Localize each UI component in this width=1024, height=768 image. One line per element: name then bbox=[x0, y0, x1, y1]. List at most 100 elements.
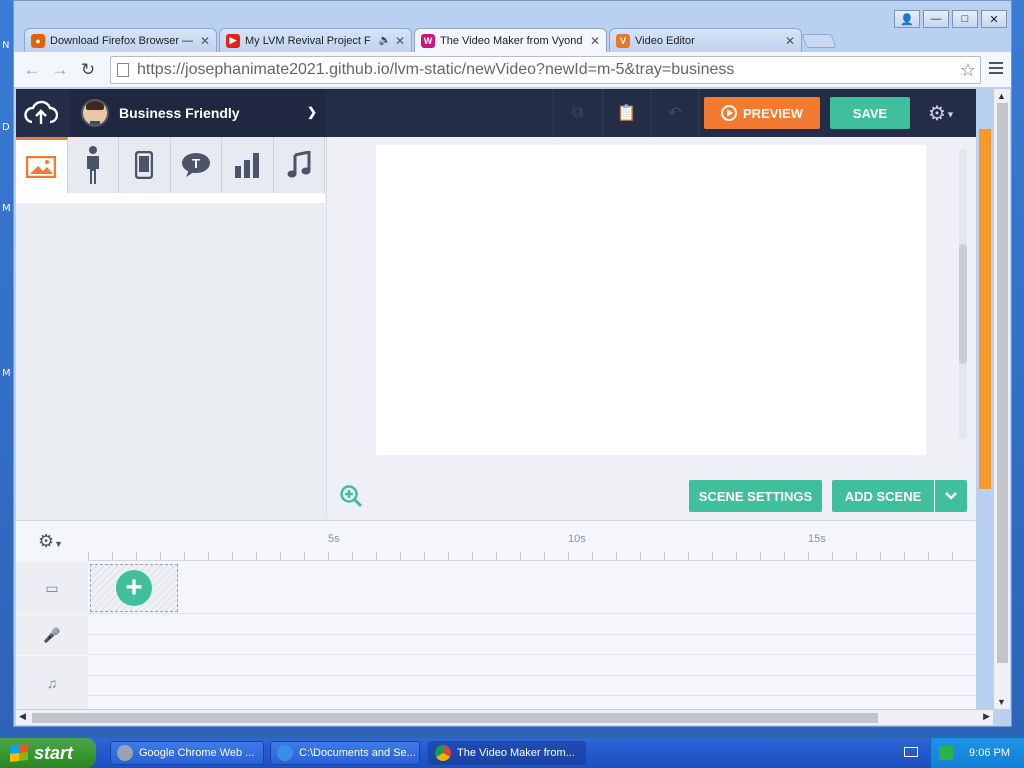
voice-track[interactable] bbox=[88, 615, 976, 635]
paste-icon[interactable]: 📋 bbox=[602, 89, 650, 137]
app-topbar: Business Friendly ❯ ⧉ 📋 ↶ PREVIEW SAVE ⚙… bbox=[16, 89, 976, 137]
close-icon[interactable]: ✕ bbox=[200, 34, 210, 48]
close-icon[interactable]: ✕ bbox=[395, 34, 405, 48]
user-icon[interactable]: 👤 bbox=[894, 10, 920, 28]
page-icon bbox=[117, 63, 129, 77]
desktop-icon-label: M bbox=[2, 368, 11, 379]
save-button[interactable]: SAVE bbox=[830, 97, 910, 129]
ruler-label: 15s bbox=[808, 533, 826, 545]
upload-icon[interactable] bbox=[24, 98, 58, 128]
stage-scrollbar[interactable] bbox=[959, 149, 967, 439]
scroll-right-icon[interactable]: ▶ bbox=[983, 711, 990, 722]
scrollbar-thumb[interactable] bbox=[32, 713, 878, 723]
copy-icon[interactable]: ⧉ bbox=[553, 89, 601, 137]
ruler-label: 5s bbox=[328, 533, 340, 545]
bookmark-star-icon[interactable]: ☆ bbox=[960, 60, 976, 81]
close-icon[interactable]: ✕ bbox=[785, 34, 795, 48]
video-maker-app: Business Friendly ❯ ⧉ 📋 ↶ PREVIEW SAVE ⚙… bbox=[16, 89, 976, 710]
desktop-icon-label: M bbox=[2, 203, 11, 214]
taskbar-item[interactable]: Google Chrome Web ... bbox=[110, 741, 264, 765]
tab-title: Video Editor bbox=[635, 34, 695, 47]
maximize-button[interactable]: □ bbox=[952, 10, 978, 28]
speaker-icon[interactable]: 🔈 bbox=[378, 35, 390, 46]
scene-track[interactable] bbox=[88, 562, 976, 614]
taskbar-item[interactable]: C:\Documents and Se... bbox=[270, 741, 420, 765]
music-track[interactable] bbox=[88, 676, 976, 696]
zoom-in-icon[interactable] bbox=[339, 484, 363, 508]
new-tab-button[interactable] bbox=[801, 34, 837, 48]
character-icon bbox=[86, 146, 99, 184]
keyboard-icon[interactable] bbox=[904, 747, 918, 757]
timeline-ruler[interactable]: 5s 10s 15s bbox=[88, 521, 976, 561]
music-icon: ♫ bbox=[16, 656, 88, 710]
close-icon[interactable]: ✕ bbox=[590, 34, 600, 48]
add-scene-button[interactable]: ADD SCENE bbox=[832, 480, 934, 512]
tab-props[interactable] bbox=[119, 137, 171, 193]
page-scroll-indicator bbox=[979, 129, 991, 489]
network-icon[interactable] bbox=[939, 746, 953, 760]
preview-label: PREVIEW bbox=[743, 105, 803, 121]
tab-backgrounds[interactable] bbox=[16, 137, 68, 193]
image-icon bbox=[26, 155, 57, 178]
asset-tabs: T bbox=[16, 137, 325, 193]
back-button[interactable]: ← bbox=[22, 60, 42, 80]
scroll-down-icon[interactable]: ▼ bbox=[997, 697, 1006, 707]
timeline: ⚙▼ 5s 10s 15s ▭ + 🎤 ♫ bbox=[16, 520, 976, 710]
system-tray: 9:06 PM bbox=[930, 738, 1024, 768]
start-button[interactable]: start bbox=[0, 738, 96, 768]
browser-tab-active[interactable]: W The Video Maker from Vyond ✕ bbox=[414, 28, 607, 52]
tab-text[interactable]: T bbox=[171, 137, 222, 193]
window-controls: 👤 — □ ✕ bbox=[894, 10, 1007, 28]
scroll-up-icon[interactable]: ▲ bbox=[997, 91, 1006, 101]
chevron-down-icon bbox=[945, 492, 957, 500]
gear-icon[interactable]: ⚙▼ bbox=[928, 101, 955, 126]
browser-toolbar: ← → ↻ https://josephanimate2021.github.i… bbox=[14, 52, 1011, 88]
plus-icon[interactable]: + bbox=[116, 570, 152, 606]
tab-sound[interactable] bbox=[274, 137, 325, 193]
preview-button[interactable]: PREVIEW bbox=[704, 97, 820, 129]
youtube-icon: ▶ bbox=[226, 33, 240, 48]
page-vertical-scrollbar[interactable]: ▲ ▼ bbox=[993, 89, 1010, 709]
firefox-icon: ● bbox=[31, 33, 45, 48]
voice-track[interactable] bbox=[88, 635, 976, 655]
taskbar-item-label: C:\Documents and Se... bbox=[299, 747, 416, 759]
play-icon bbox=[721, 105, 738, 121]
desktop-icon-label: N bbox=[2, 40, 10, 51]
ruler-label: 10s bbox=[568, 533, 586, 545]
add-scene-dropdown[interactable] bbox=[935, 480, 967, 512]
url-text[interactable]: https://josephanimate2021.github.io/lvm-… bbox=[137, 61, 734, 79]
undo-icon[interactable]: ↶ bbox=[651, 89, 699, 137]
scrollbar-thumb[interactable] bbox=[959, 244, 967, 364]
clock: 9:06 PM bbox=[969, 747, 1010, 759]
theme-selector[interactable]: Business Friendly ❯ bbox=[71, 89, 325, 137]
taskbar-item-active[interactable]: The Video Maker from... bbox=[428, 741, 586, 765]
forward-button[interactable]: → bbox=[50, 60, 70, 80]
microphone-icon: 🎤 bbox=[16, 615, 88, 655]
svg-text:T: T bbox=[192, 156, 200, 171]
browser-tab[interactable]: ▶ My LVM Revival Project F 🔈 ✕ bbox=[219, 28, 412, 52]
tab-charts[interactable] bbox=[222, 137, 274, 193]
avatar bbox=[81, 99, 109, 127]
music-note-icon bbox=[287, 151, 311, 178]
minimize-button[interactable]: — bbox=[923, 10, 949, 28]
speech-bubble-icon: T bbox=[181, 153, 210, 177]
timeline-gear-icon[interactable]: ⚙▼ bbox=[38, 531, 63, 552]
page-horizontal-scrollbar[interactable]: ◀ ▶ bbox=[16, 709, 993, 725]
reload-button[interactable]: ↻ bbox=[78, 60, 98, 80]
music-track[interactable] bbox=[88, 656, 976, 676]
scrollbar-thumb[interactable] bbox=[997, 103, 1008, 663]
address-bar[interactable]: https://josephanimate2021.github.io/lvm-… bbox=[110, 56, 981, 84]
chrome-menu-button[interactable] bbox=[989, 62, 1003, 77]
browser-tab[interactable]: V Video Editor ✕ bbox=[609, 28, 802, 52]
browser-tab[interactable]: ● Download Firefox Browser — ✕ bbox=[24, 28, 217, 52]
asset-panel bbox=[16, 193, 325, 519]
scene-canvas[interactable] bbox=[376, 145, 926, 455]
close-button[interactable]: ✕ bbox=[981, 10, 1007, 28]
scroll-left-icon[interactable]: ◀ bbox=[19, 711, 26, 722]
add-scene-slot[interactable]: + bbox=[90, 564, 178, 612]
scene-settings-button[interactable]: SCENE SETTINGS bbox=[689, 480, 822, 512]
tab-characters[interactable] bbox=[68, 137, 119, 193]
tab-title: Download Firefox Browser — bbox=[50, 34, 194, 47]
timeline-tracks: ▭ + 🎤 ♫ bbox=[16, 562, 976, 710]
phone-icon bbox=[135, 151, 154, 179]
